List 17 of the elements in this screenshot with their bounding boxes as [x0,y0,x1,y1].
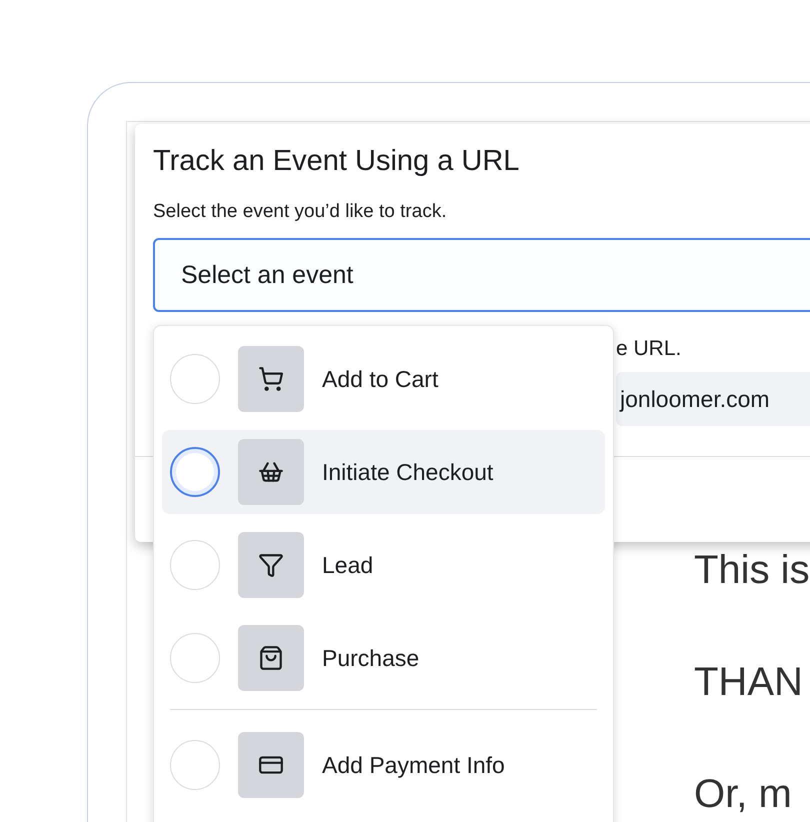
event-select[interactable]: Select an event [153,238,810,312]
dialog-title: Track an Event Using a URL [153,144,520,178]
dialog-subtitle: Select the event you’d like to track. [153,200,448,224]
funnel-icon [258,552,284,578]
menu-item[interactable]: Add Payment Info [162,723,605,807]
radio-button[interactable] [170,447,220,497]
bag-icon [258,645,284,671]
page-text: THAN [694,659,804,706]
page-text: This is [694,547,810,594]
menu-item[interactable]: Lead [162,523,605,607]
hint-text: e URL. [616,336,682,362]
menu-item[interactable]: Initiate Checkout [162,430,605,514]
menu-item[interactable]: Add to Cart [162,337,605,421]
page-text: Or, m [694,771,793,818]
menu-item[interactable]: Purchase [162,616,605,700]
cart-icon [258,366,284,392]
url-field[interactable]: jonloomer.com [616,372,810,426]
